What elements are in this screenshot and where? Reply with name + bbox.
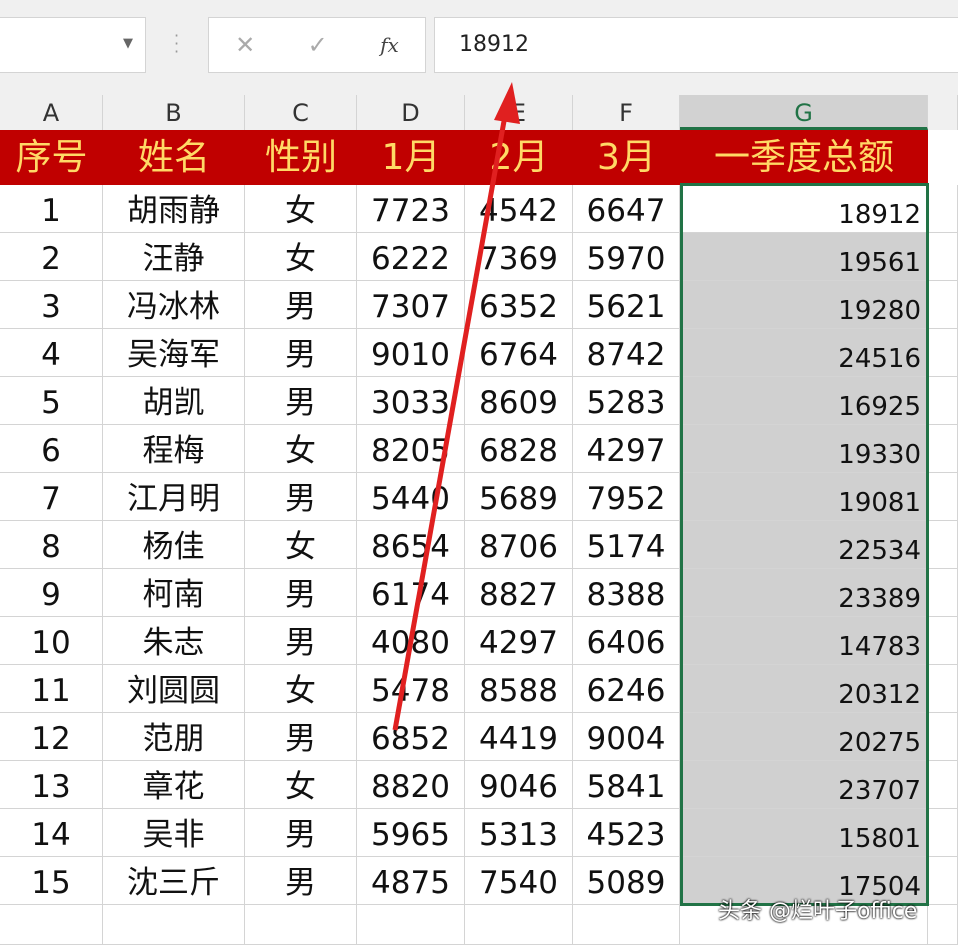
arrow-shaft	[392, 109, 509, 731]
annotation-arrow	[392, 82, 520, 731]
watermark: 头条 @烂叶子office	[718, 899, 918, 924]
arrow-head	[494, 82, 520, 124]
